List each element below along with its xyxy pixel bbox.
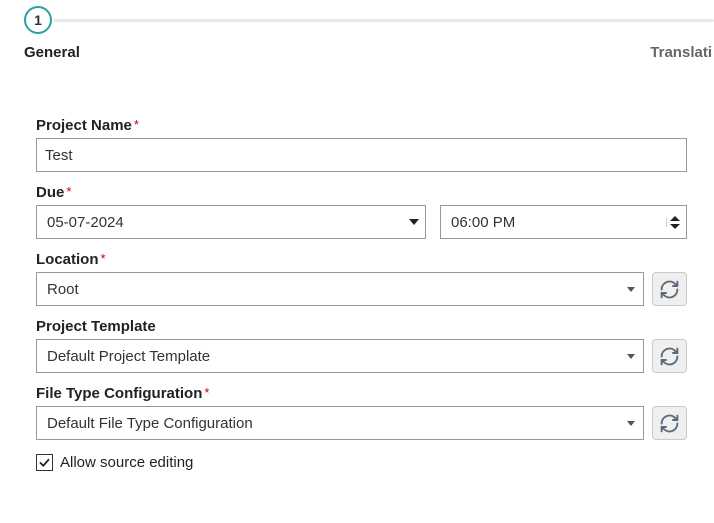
allow-source-editing-row: Allow source editing bbox=[36, 454, 688, 471]
due-date-dropdown[interactable]: 05-07-2024 bbox=[36, 205, 426, 239]
spinner-up-icon[interactable] bbox=[670, 216, 680, 221]
refresh-icon bbox=[659, 346, 680, 367]
refresh-icon bbox=[659, 279, 680, 300]
due-date-value: 05-07-2024 bbox=[47, 214, 124, 231]
step-number: 1 bbox=[34, 12, 42, 28]
required-star-icon: * bbox=[134, 117, 139, 132]
form-area: Project Name* Due* 05-07-2024 06:00 PM bbox=[0, 61, 714, 471]
location-row: Location* Root bbox=[36, 251, 688, 306]
chevron-down-icon bbox=[627, 421, 635, 426]
location-refresh-button[interactable] bbox=[652, 272, 687, 306]
project-name-label-text: Project Name bbox=[36, 117, 132, 134]
project-template-value: Default Project Template bbox=[47, 348, 210, 365]
due-time-value: 06:00 PM bbox=[451, 214, 515, 231]
project-name-label: Project Name* bbox=[36, 117, 688, 134]
project-template-label-text: Project Template bbox=[36, 318, 156, 335]
due-time-spinner[interactable]: 06:00 PM bbox=[440, 205, 687, 239]
required-star-icon: * bbox=[204, 385, 209, 400]
tab-general[interactable]: General bbox=[24, 44, 80, 61]
spinner-separator bbox=[666, 218, 667, 227]
stepper-row: 1 bbox=[0, 0, 714, 38]
location-label-text: Location bbox=[36, 251, 99, 268]
chevron-down-icon bbox=[627, 354, 635, 359]
file-type-config-row: File Type Configuration* Default File Ty… bbox=[36, 385, 688, 440]
chevron-down-icon bbox=[627, 287, 635, 292]
required-star-icon: * bbox=[66, 184, 71, 199]
project-name-row: Project Name* bbox=[36, 117, 688, 172]
project-template-row: Project Template Default Project Templat… bbox=[36, 318, 688, 373]
project-name-input[interactable] bbox=[36, 138, 687, 172]
required-star-icon: * bbox=[101, 251, 106, 266]
location-value: Root bbox=[47, 281, 79, 298]
spinner-down-icon[interactable] bbox=[670, 224, 680, 229]
file-type-config-refresh-button[interactable] bbox=[652, 406, 687, 440]
file-type-config-value: Default File Type Configuration bbox=[47, 415, 253, 432]
location-dropdown[interactable]: Root bbox=[36, 272, 644, 306]
allow-source-editing-checkbox[interactable] bbox=[36, 454, 53, 471]
chevron-down-icon bbox=[409, 219, 419, 225]
due-label: Due* bbox=[36, 184, 688, 201]
checkmark-icon bbox=[38, 456, 51, 469]
file-type-config-label-text: File Type Configuration bbox=[36, 385, 202, 402]
project-template-dropdown[interactable]: Default Project Template bbox=[36, 339, 644, 373]
due-row-container: Due* 05-07-2024 06:00 PM bbox=[36, 184, 688, 239]
file-type-config-label: File Type Configuration* bbox=[36, 385, 688, 402]
project-template-label: Project Template bbox=[36, 318, 688, 335]
allow-source-editing-label: Allow source editing bbox=[60, 454, 193, 471]
step-1-circle[interactable]: 1 bbox=[24, 6, 52, 34]
due-label-text: Due bbox=[36, 184, 64, 201]
file-type-config-dropdown[interactable]: Default File Type Configuration bbox=[36, 406, 644, 440]
tab-translati[interactable]: Translati bbox=[650, 44, 712, 61]
location-label: Location* bbox=[36, 251, 688, 268]
project-template-refresh-button[interactable] bbox=[652, 339, 687, 373]
step-progress-line bbox=[54, 19, 714, 22]
refresh-icon bbox=[659, 413, 680, 434]
tabs-row: General Translati bbox=[0, 38, 714, 61]
